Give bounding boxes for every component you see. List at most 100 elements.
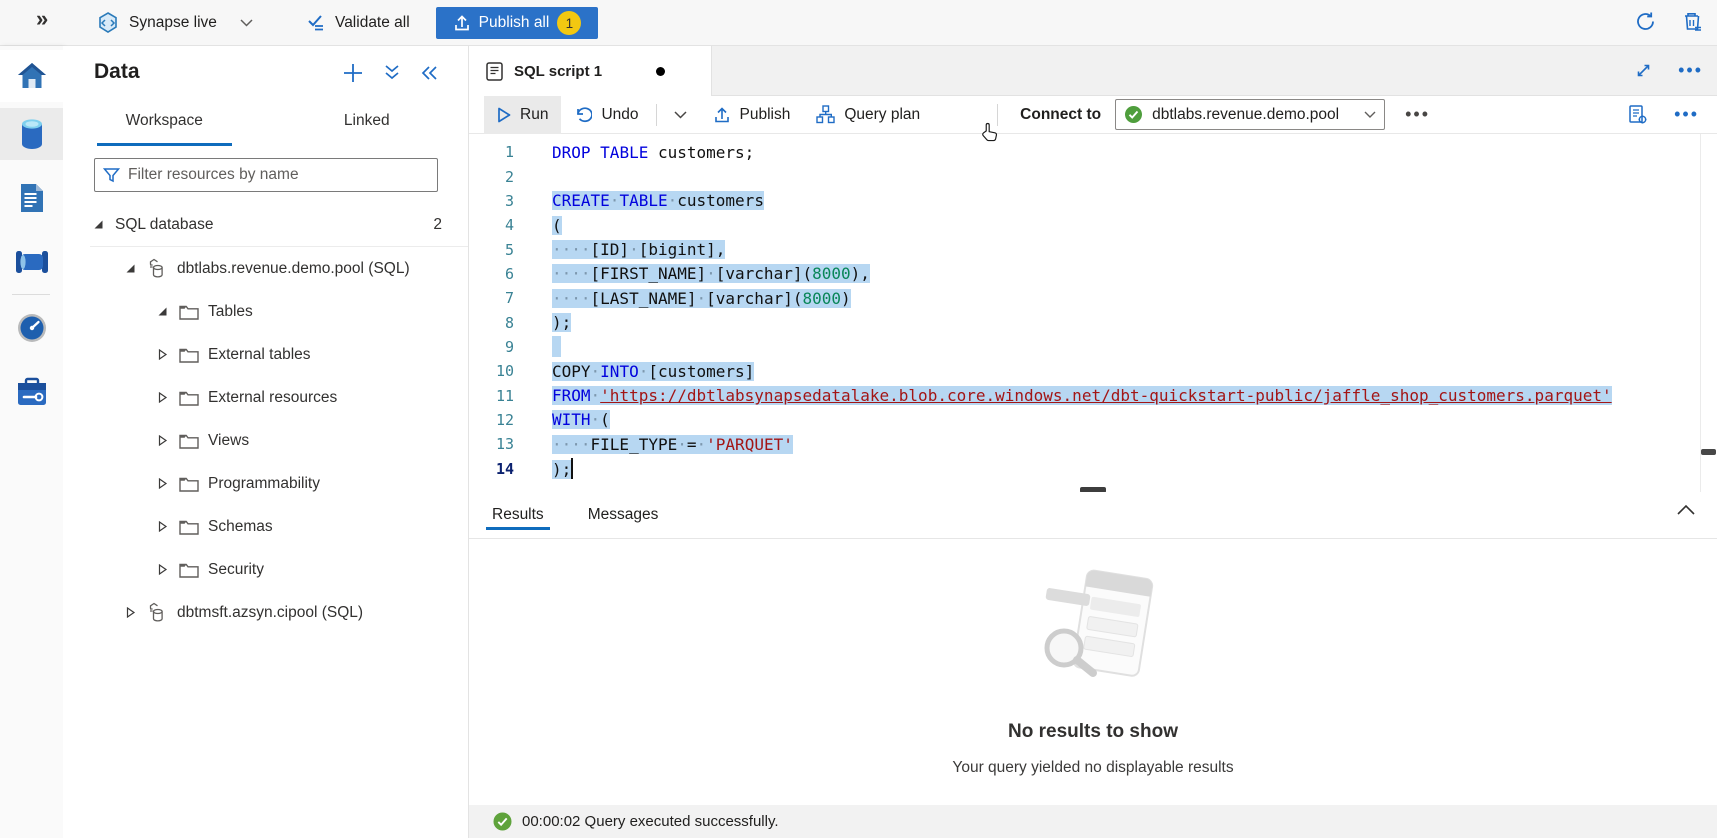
properties-icon[interactable] bbox=[1627, 104, 1648, 125]
nav-home[interactable] bbox=[0, 50, 63, 102]
line-content bbox=[552, 336, 561, 357]
resource-tree: SQL database 2 dbtlabs.revenue.demo.pool… bbox=[63, 203, 468, 634]
code-line-13[interactable]: 13····FILE_TYPE·=·'PARQUET' bbox=[469, 432, 1717, 456]
nav-integrate[interactable] bbox=[0, 236, 63, 288]
maximize-icon[interactable] bbox=[1635, 60, 1652, 81]
filter-box bbox=[94, 158, 438, 192]
tab-results[interactable]: Results bbox=[492, 492, 544, 539]
undo-button[interactable]: Undo bbox=[561, 96, 651, 134]
git-mode-selector[interactable]: Synapse live bbox=[96, 8, 253, 38]
tab-messages[interactable]: Messages bbox=[588, 492, 659, 539]
actions-double-chevron-icon[interactable] bbox=[384, 64, 400, 82]
tab-workspace[interactable]: Workspace bbox=[63, 104, 266, 146]
tree-item-external-resources[interactable]: External resources bbox=[63, 376, 468, 419]
discard-trash-icon[interactable] bbox=[1681, 10, 1703, 33]
expand-twisty-icon[interactable] bbox=[157, 521, 168, 532]
expand-rail-icon[interactable]: » bbox=[36, 6, 48, 32]
expand-twisty-icon[interactable] bbox=[157, 478, 168, 489]
tree-item-dbtlabs-revenue-demo-pool-sql[interactable]: dbtlabs.revenue.demo.pool (SQL) bbox=[63, 247, 468, 290]
code-line-7[interactable]: 7····[LAST_NAME]·[varchar](8000) bbox=[469, 286, 1717, 310]
add-resource-icon[interactable] bbox=[342, 62, 364, 84]
filter-resources-input[interactable] bbox=[128, 166, 429, 184]
line-content: ····[FIRST_NAME]·[varchar](8000), bbox=[552, 264, 870, 283]
connect-to-pool-dropdown[interactable]: dbtlabs.revenue.demo.pool bbox=[1115, 99, 1385, 130]
code-line-8[interactable]: 8); bbox=[469, 310, 1717, 334]
code-line-2[interactable]: 2 bbox=[469, 164, 1717, 188]
toolbar-separator bbox=[997, 104, 998, 126]
folder-icon bbox=[179, 476, 199, 492]
line-content: ); bbox=[552, 313, 571, 332]
tree-item-sql-database[interactable]: SQL database 2 bbox=[63, 203, 468, 246]
code-line-5[interactable]: 5····[ID]·[bigint], bbox=[469, 237, 1717, 261]
data-panel-title: Data bbox=[94, 60, 140, 84]
unsaved-dot-icon bbox=[656, 67, 665, 76]
tree-item-security[interactable]: Security bbox=[63, 548, 468, 591]
code-line-12[interactable]: 12WITH·( bbox=[469, 408, 1717, 432]
tree-item-programmability[interactable]: Programmability bbox=[63, 462, 468, 505]
expand-twisty-icon[interactable] bbox=[157, 435, 168, 446]
expand-twisty-icon[interactable] bbox=[125, 607, 136, 618]
code-line-10[interactable]: 10COPY·INTO·[customers] bbox=[469, 359, 1717, 383]
collapse-twisty-icon[interactable] bbox=[93, 219, 104, 230]
run-icon bbox=[497, 107, 511, 123]
line-number: 2 bbox=[469, 168, 514, 186]
line-number: 4 bbox=[469, 216, 514, 234]
sql-editor[interactable]: 1DROP TABLE customers; 2 3CREATE·TABLE·cus… bbox=[469, 134, 1717, 492]
no-results-state: No results to show Your query yielded no… bbox=[469, 539, 1717, 777]
tree-item-external-tables[interactable]: External tables bbox=[63, 333, 468, 376]
query-plan-button[interactable]: Query plan bbox=[803, 96, 933, 134]
collapse-results-chevron-icon[interactable] bbox=[1677, 504, 1695, 515]
code-line-4[interactable]: 4( bbox=[469, 213, 1717, 237]
publish-button[interactable]: Publish bbox=[700, 96, 804, 134]
folder-icon bbox=[179, 433, 199, 449]
run-button[interactable]: Run bbox=[484, 96, 561, 134]
collapse-twisty-icon[interactable] bbox=[125, 263, 136, 274]
synapse-studio-window: » Synapse live Validate all Publish all … bbox=[0, 0, 1717, 838]
tab-linked[interactable]: Linked bbox=[266, 104, 469, 146]
expand-twisty-icon[interactable] bbox=[157, 392, 168, 403]
synapse-logo-icon bbox=[96, 11, 120, 35]
line-content: ····FILE_TYPE·=·'PARQUET' bbox=[552, 435, 793, 454]
status-text: 00:00:02 Query executed successfully. bbox=[522, 813, 779, 830]
toolbar-separator bbox=[656, 104, 657, 126]
code-line-6[interactable]: 6····[FIRST_NAME]·[varchar](8000), bbox=[469, 262, 1717, 286]
tree-item-views[interactable]: Views bbox=[63, 419, 468, 462]
validate-all-button[interactable]: Validate all bbox=[306, 8, 410, 38]
refresh-icon[interactable] bbox=[1634, 10, 1657, 33]
no-results-subtitle: Your query yielded no displayable result… bbox=[469, 759, 1717, 777]
editor-scrollbar-thumb[interactable] bbox=[1701, 449, 1716, 455]
undo-icon bbox=[574, 106, 592, 123]
tree-item-tables[interactable]: Tables bbox=[63, 290, 468, 333]
code-line-14[interactable]: 14); bbox=[469, 456, 1717, 480]
expand-twisty-icon[interactable] bbox=[157, 349, 168, 360]
nav-data[interactable] bbox=[0, 108, 63, 160]
run-options-chevron[interactable] bbox=[661, 96, 700, 134]
line-number: 9 bbox=[469, 338, 514, 356]
toolbar-more-icon[interactable]: ••• bbox=[1405, 104, 1430, 125]
publish-all-button[interactable]: Publish all 1 bbox=[436, 7, 598, 39]
code-line-11[interactable]: 11FROM·'https://dbtlabsynapsedatalake.bl… bbox=[469, 383, 1717, 407]
line-content: CREATE·TABLE·customers bbox=[552, 191, 764, 210]
pool-name: dbtlabs.revenue.demo.pool bbox=[1152, 106, 1355, 124]
collapse-twisty-icon[interactable] bbox=[157, 306, 168, 317]
top-command-bar: » Synapse live Validate all Publish all … bbox=[0, 0, 1717, 46]
data-panel-tabs: Workspace Linked bbox=[63, 104, 468, 146]
code-line-3[interactable]: 3CREATE·TABLE·customers bbox=[469, 189, 1717, 213]
nav-manage[interactable] bbox=[0, 366, 63, 418]
nav-monitor[interactable] bbox=[0, 302, 63, 354]
tab-more-actions-icon[interactable]: ••• bbox=[1678, 60, 1703, 81]
expand-twisty-icon[interactable] bbox=[157, 564, 168, 575]
code-lines: 1DROP TABLE customers; 2 3CREATE·TABLE·cus… bbox=[469, 140, 1717, 481]
develop-icon bbox=[18, 182, 46, 214]
line-number: 5 bbox=[469, 241, 514, 259]
editor-more-icon[interactable]: ••• bbox=[1674, 104, 1699, 125]
tree-item-schemas[interactable]: Schemas bbox=[63, 505, 468, 548]
code-line-1[interactable]: 1DROP TABLE customers; bbox=[469, 140, 1717, 164]
nav-develop[interactable] bbox=[0, 172, 63, 224]
monitor-icon bbox=[17, 313, 47, 343]
data-icon bbox=[17, 118, 47, 150]
code-line-9[interactable]: 9 bbox=[469, 335, 1717, 359]
tab-sql-script-1[interactable]: SQL script 1 bbox=[469, 46, 712, 96]
tree-item-dbtmsft-azsyn-cipool-sql[interactable]: dbtmsft.azsyn.cipool (SQL) bbox=[63, 591, 468, 634]
collapse-panel-icon[interactable] bbox=[420, 65, 438, 81]
